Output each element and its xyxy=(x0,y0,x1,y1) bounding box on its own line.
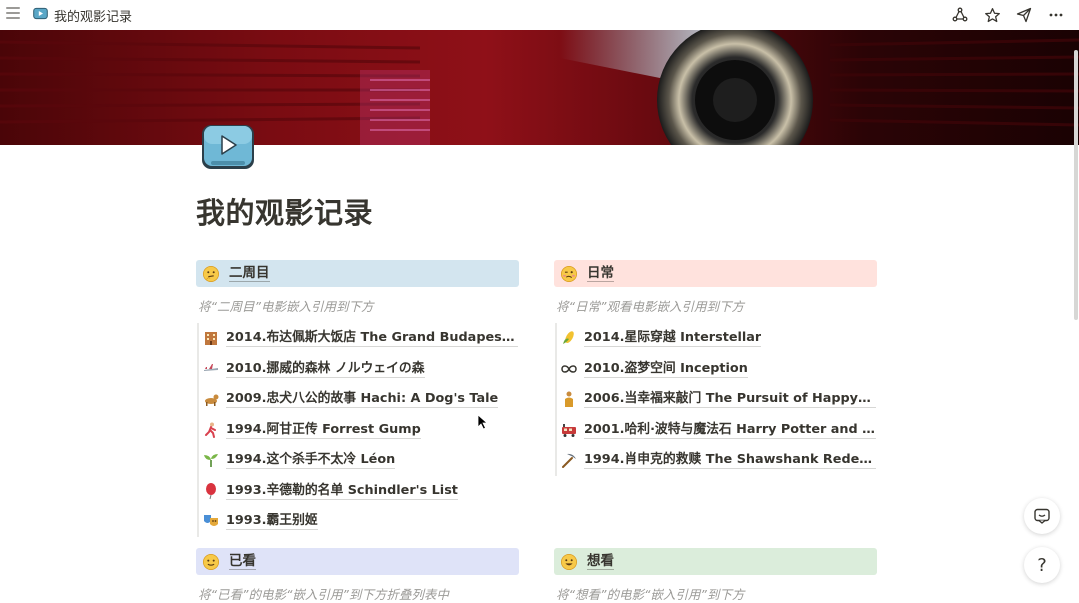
tv-icon[interactable] xyxy=(199,121,257,173)
list-item[interactable]: 2010.挪威的森林 ノルウェイの森 xyxy=(202,354,519,385)
scrollbar[interactable] xyxy=(1073,30,1079,320)
hotel-icon xyxy=(205,332,217,346)
help-button[interactable]: ? xyxy=(1024,547,1060,583)
cover-image xyxy=(0,30,1079,145)
list-item[interactable]: 2001.哈利·波特与魔法石 Harry Potter and the ... xyxy=(560,415,877,446)
item-label: 2010.盗梦空间 Inception xyxy=(584,360,748,378)
list-item[interactable]: 2010.盗梦空间 Inception xyxy=(560,354,877,385)
hint-text: 将“日常”观看电影嵌入引用到下方 xyxy=(556,299,744,314)
item-label: 2006.当幸福来敲门 The Pursuit of Happyness xyxy=(584,391,876,409)
hint-text: 将“已看”的电影“嵌入引用”到下方折叠列表中 xyxy=(198,587,449,602)
list-item[interactable]: 2014.星际穿越 Interstellar xyxy=(560,323,877,354)
train-icon xyxy=(562,423,576,437)
section-daily: 日常 将“日常”观看电影嵌入引用到下方 2014.星际穿越 Interstell… xyxy=(554,260,877,476)
item-label: 2009.忠犬八公的故事 Hachi: A Dog's Tale xyxy=(226,391,499,409)
callout-label: 二周目 xyxy=(229,265,270,282)
list-item[interactable]: 1994.肖申克的救赎 The Shawshank Redemption xyxy=(560,445,877,476)
item-label: 1994.肖申克的救赎 The Shawshank Redemption xyxy=(584,451,876,470)
feedback-button[interactable] xyxy=(1024,498,1060,534)
list-item[interactable]: 2009.忠犬八公的故事 Hachi: A Dog's Tale xyxy=(202,384,519,415)
callout-label: 日常 xyxy=(587,265,614,282)
item-label: 1994.这个杀手不太冷 Léon xyxy=(226,452,396,470)
list-item[interactable]: 2014.布达佩斯大饭店 The Grand Budapest Hotel xyxy=(202,323,519,354)
sidebar-menu-icon[interactable] xyxy=(6,7,20,21)
section-watched: 已看 将“已看”的电影“嵌入引用”到下方折叠列表中 xyxy=(196,548,519,603)
woozy-face-icon xyxy=(560,265,578,282)
dog-icon xyxy=(205,394,219,407)
callout-rewatch[interactable]: 二周目 xyxy=(196,260,519,287)
list-item[interactable]: 1994.这个杀手不太冷 Léon xyxy=(202,445,519,476)
list-item[interactable]: 1993.霸王别姬 xyxy=(202,506,519,537)
hint-text: 将“二周目”电影嵌入引用到下方 xyxy=(198,299,374,314)
cursor-icon xyxy=(477,414,489,430)
callout-daily[interactable]: 日常 xyxy=(554,260,877,287)
link-list: 2014.布达佩斯大饭店 The Grand Budapest Hotel 20… xyxy=(197,323,519,537)
section-rewatch: 二周目 将“二周目”电影嵌入引用到下方 2014.布达佩斯大饭店 The Gra… xyxy=(196,260,519,537)
share-icon[interactable] xyxy=(949,4,971,26)
thinking-face-icon xyxy=(202,265,220,282)
callout-label: 想看 xyxy=(587,553,614,570)
seedling-icon xyxy=(204,454,218,468)
item-label: 2014.星际穿越 Interstellar xyxy=(584,330,762,348)
item-label: 1993.辛德勒的名单 Schindler's List xyxy=(226,482,458,500)
chat-icon xyxy=(1034,508,1050,524)
link-list: 2014.星际穿越 Interstellar 2010.盗梦空间 Incepti… xyxy=(555,323,877,476)
item-label: 1994.阿甘正传 Forrest Gump xyxy=(226,421,421,439)
topbar: 我的观影记录 xyxy=(0,0,1079,30)
scrollbar-thumb[interactable] xyxy=(1074,50,1078,320)
grinning-face-icon xyxy=(560,553,578,570)
callout-label: 已看 xyxy=(229,553,256,570)
send-icon[interactable] xyxy=(1013,4,1035,26)
corn-icon xyxy=(563,331,574,345)
item-label: 2001.哈利·波特与魔法石 Harry Potter and the ... xyxy=(584,421,876,439)
callout-wishlist[interactable]: 想看 xyxy=(554,548,877,575)
pickaxe-icon xyxy=(562,454,576,469)
callout-watched[interactable]: 已看 xyxy=(196,548,519,575)
item-label: 2014.布达佩斯大饭店 The Grand Budapest Hotel xyxy=(226,329,518,348)
runner-icon xyxy=(205,422,216,438)
theater-masks-icon xyxy=(204,515,218,527)
infinity-icon xyxy=(561,365,577,373)
smiling-face-icon xyxy=(202,553,220,570)
star-icon[interactable] xyxy=(981,4,1003,26)
item-label: 2010.挪威的森林 ノルウェイの森 xyxy=(226,360,425,378)
more-icon[interactable] xyxy=(1045,4,1067,26)
balloon-icon xyxy=(206,482,216,499)
list-item[interactable]: 2006.当幸福来敲门 The Pursuit of Happyness xyxy=(560,384,877,415)
section-wishlist: 想看 将“想看”的电影“嵌入引用”到下方 xyxy=(554,548,877,603)
page-title: 我的观影记录 xyxy=(196,196,374,230)
tv-icon xyxy=(33,7,48,20)
hint-text: 将“想看”的电影“嵌入引用”到下方 xyxy=(556,587,745,602)
person-icon xyxy=(565,391,573,408)
list-item[interactable]: 1994.阿甘正传 Forrest Gump xyxy=(202,415,519,446)
breadcrumb-title[interactable]: 我的观影记录 xyxy=(54,6,132,25)
list-item[interactable]: 1993.辛德勒的名单 Schindler's List xyxy=(202,476,519,507)
item-label: 1993.霸王别姬 xyxy=(226,513,318,531)
airplane-icon xyxy=(204,363,218,371)
